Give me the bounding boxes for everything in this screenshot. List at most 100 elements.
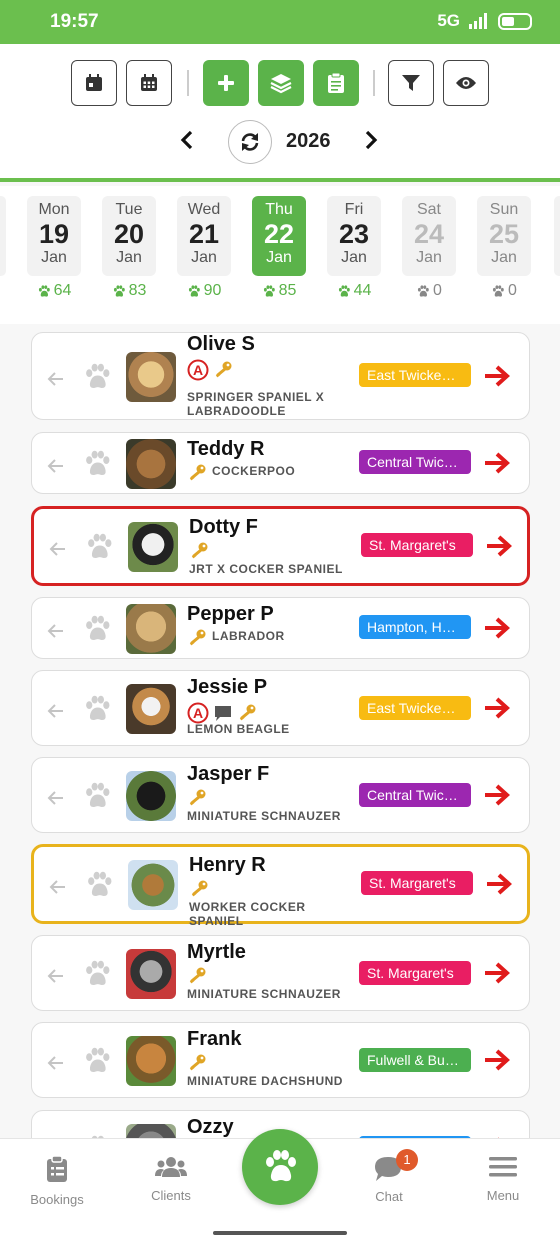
svg-text:A: A — [193, 705, 203, 721]
next-day-edge[interactable] — [554, 196, 560, 276]
refresh-button[interactable] — [228, 120, 272, 164]
open-booking-button[interactable] — [484, 452, 510, 479]
next-year-button[interactable] — [364, 126, 378, 156]
dog-name: Jasper F — [187, 763, 270, 785]
nav-bookings[interactable]: Bookings — [7, 1155, 107, 1207]
dog-photo[interactable] — [126, 604, 176, 654]
day-card[interactable]: Thu 22 Jan — [252, 196, 306, 276]
open-booking-button[interactable] — [484, 1049, 510, 1076]
paw-icon — [188, 284, 200, 297]
back-button[interactable] — [46, 786, 64, 812]
walk-status[interactable] — [82, 960, 112, 993]
booking-card[interactable]: Jessie P A LEMON BEAGLE East Twickenham — [31, 670, 530, 746]
booking-card[interactable]: Olive S A SPRINGER SPANIEL X LABRADOODLE Ea… — [31, 332, 530, 420]
arrow-right-icon — [485, 697, 510, 719]
back-button[interactable] — [46, 454, 64, 480]
walk-status[interactable] — [82, 450, 112, 483]
date-strip: Mon 19 Jan 64 Tue 20 Jan 83 Wed 21 Jan 90 Thu 22 Jan 85… — [0, 186, 560, 324]
clipboard-icon — [328, 72, 344, 93]
dog-photo[interactable] — [128, 860, 178, 910]
nav-clients[interactable]: Clients — [121, 1155, 221, 1203]
walk-status[interactable] — [82, 1047, 112, 1080]
toolbar-separator — [373, 70, 375, 96]
chevron-left-icon — [180, 130, 193, 150]
walk-status[interactable] — [82, 363, 112, 396]
add-button[interactable] — [203, 60, 249, 106]
open-booking-button[interactable] — [484, 962, 510, 989]
day-card[interactable]: Wed 21 Jan — [177, 196, 231, 276]
back-button[interactable] — [46, 1051, 64, 1077]
arrow-left-icon — [47, 459, 63, 473]
day-card[interactable]: Fri 23 Jan — [327, 196, 381, 276]
calendar-day-icon — [86, 74, 102, 91]
day-card[interactable]: Sat 24 Jan — [402, 196, 456, 276]
open-booking-button[interactable] — [484, 784, 510, 811]
calendar-week-button[interactable] — [126, 60, 172, 106]
walks-fab[interactable] — [242, 1129, 318, 1205]
dog-photo[interactable] — [126, 352, 176, 402]
dog-breed: LABRADOR — [212, 629, 285, 643]
arrow-left-icon — [47, 1056, 63, 1070]
dog-photo[interactable] — [126, 949, 176, 999]
dog-photo[interactable] — [126, 771, 176, 821]
walk-status[interactable] — [82, 695, 112, 728]
back-button[interactable] — [48, 537, 66, 563]
paw-outline-icon — [86, 695, 110, 720]
open-booking-button[interactable] — [484, 697, 510, 724]
walk-status[interactable] — [82, 782, 112, 815]
dog-breed: COCKERPOO — [212, 464, 296, 478]
booking-card[interactable]: Henry R WORKER COCKER SPANIEL St. Margaret… — [31, 844, 530, 928]
nav-menu[interactable]: Menu — [453, 1155, 553, 1203]
calendar-day-button[interactable] — [71, 60, 117, 106]
prev-year-button[interactable] — [180, 126, 194, 156]
dog-flags — [187, 1054, 207, 1072]
open-booking-button[interactable] — [484, 617, 510, 644]
svg-text:A: A — [193, 362, 203, 378]
booking-card[interactable]: Pepper P LABRADOR Hampton, Hampton Hill — [31, 597, 530, 659]
dog-flags: A — [187, 359, 233, 381]
day-card[interactable]: Tue 20 Jan — [102, 196, 156, 276]
back-button[interactable] — [48, 875, 66, 901]
back-button[interactable] — [46, 367, 64, 393]
back-button[interactable] — [46, 699, 64, 725]
booking-card[interactable]: Frank MINIATURE DACHSHUND Fulwell & Bushy — [31, 1022, 530, 1098]
nav-chat[interactable]: 1 Chat — [339, 1149, 439, 1204]
booking-card[interactable]: Dotty F JRT X COCKER SPANIEL St. Margaret'… — [31, 506, 530, 586]
dog-name: Henry R — [189, 854, 266, 876]
dog-photo[interactable] — [126, 1036, 176, 1086]
day-number: 24 — [413, 219, 445, 249]
view-button[interactable] — [443, 60, 489, 106]
open-booking-button[interactable] — [486, 535, 512, 562]
booking-card[interactable]: Jasper F MINIATURE SCHNAUZER Central Twick… — [31, 757, 530, 833]
prev-day-edge[interactable] — [0, 196, 6, 276]
booking-card[interactable]: Teddy R COCKERPOO Central Twickenham — [31, 432, 530, 494]
open-booking-button[interactable] — [486, 873, 512, 900]
key-icon — [189, 1054, 206, 1071]
filter-button[interactable] — [388, 60, 434, 106]
walk-status[interactable] — [84, 533, 114, 566]
key-icon — [189, 629, 206, 646]
key-icon — [191, 880, 208, 897]
open-booking-button[interactable] — [484, 365, 510, 392]
paw-icon — [263, 284, 275, 297]
walk-status[interactable] — [82, 615, 112, 648]
paw-outline-icon — [86, 960, 110, 985]
day-card[interactable]: Sun 25 Jan — [477, 196, 531, 276]
walk-status[interactable] — [84, 871, 114, 904]
day-card[interactable]: Mon 19 Jan — [27, 196, 81, 276]
dog-photo[interactable] — [126, 1124, 176, 1138]
paw-outline-icon — [88, 871, 112, 896]
paw-outline-icon — [86, 450, 110, 475]
back-button[interactable] — [46, 619, 64, 645]
dog-photo[interactable] — [126, 439, 176, 489]
layers-button[interactable] — [258, 60, 304, 106]
back-button[interactable] — [46, 964, 64, 990]
clipboard-button[interactable] — [313, 60, 359, 106]
area-tag: Central Twickenham — [359, 450, 471, 474]
dog-photo[interactable] — [128, 522, 178, 572]
booking-card[interactable]: Myrtle MINIATURE SCHNAUZER St. Margaret's — [31, 935, 530, 1011]
day-count-value: 64 — [53, 282, 72, 299]
dog-photo[interactable] — [126, 684, 176, 734]
arrow-right-icon — [487, 873, 512, 895]
battery-icon — [498, 12, 532, 30]
